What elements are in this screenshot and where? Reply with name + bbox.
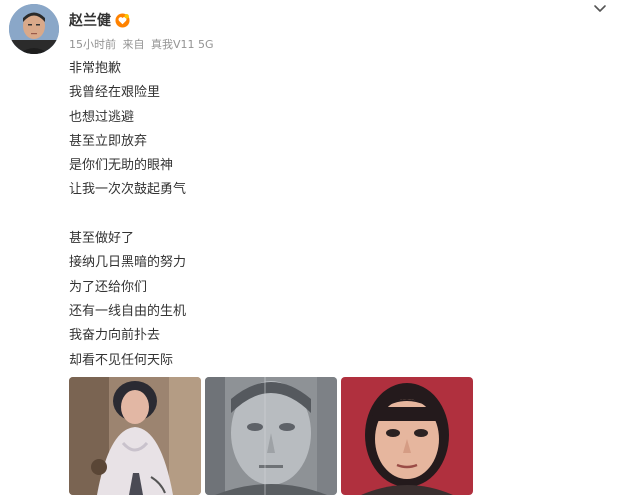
post-line: 甚至立即放弃 [69,133,148,149]
source-prefix: 来自 [122,38,145,51]
chevron-down-icon [594,5,606,12]
user-avatar-icon [9,4,59,54]
more-options-button[interactable] [592,2,608,16]
post-line: 也想过逃避 [69,109,135,125]
post-line: 我奋力向前扑去 [69,328,161,344]
post-device: 真我V11 5G [151,38,214,51]
post-meta: 15小时前 来自 真我V11 5G [69,36,217,52]
post-line: 为了还给你们 [69,279,148,295]
post-line: 非常抱歉 [69,61,122,76]
post-line: 让我一次次鼓起勇气 [69,182,187,198]
author-name[interactable]: 赵兰健 [69,10,111,30]
post-line: 甚至做好了 [69,231,135,247]
photo-thumbnail-2[interactable] [205,377,337,495]
vip-heart-badge-icon[interactable] [115,12,130,28]
post-line: 接纳几日黑暗的努力 [69,255,187,271]
girl-portrait-photo-icon [341,377,473,495]
post-time[interactable]: 15小时前 [69,38,116,51]
author-name-row: 赵兰健 [69,10,130,30]
post-text: 非常抱歉 我曾经在艰险里 也想过逃避 甚至立即放弃 是你们无助的眼神 让我一次次… [69,57,589,373]
post-line: 是你们无助的眼神 [69,158,174,174]
grayscale-portrait-photo-icon [205,377,337,495]
photo-grid [69,377,473,495]
post-line: 我曾经在艰险里 [69,85,161,101]
post-line-blank [69,203,589,227]
author-avatar[interactable] [9,4,59,54]
woman-chained-photo-icon [69,377,201,495]
post-line: 还有一线自由的生机 [69,303,187,319]
post-line: 却看不见任何天际 [69,352,174,368]
photo-thumbnail-1[interactable] [69,377,201,495]
weibo-post-card: 赵兰健 15小时前 来自 真我V11 5G 非常抱歉 我曾经在艰险里 也想过逃避… [0,0,625,499]
photo-thumbnail-3[interactable] [341,377,473,495]
